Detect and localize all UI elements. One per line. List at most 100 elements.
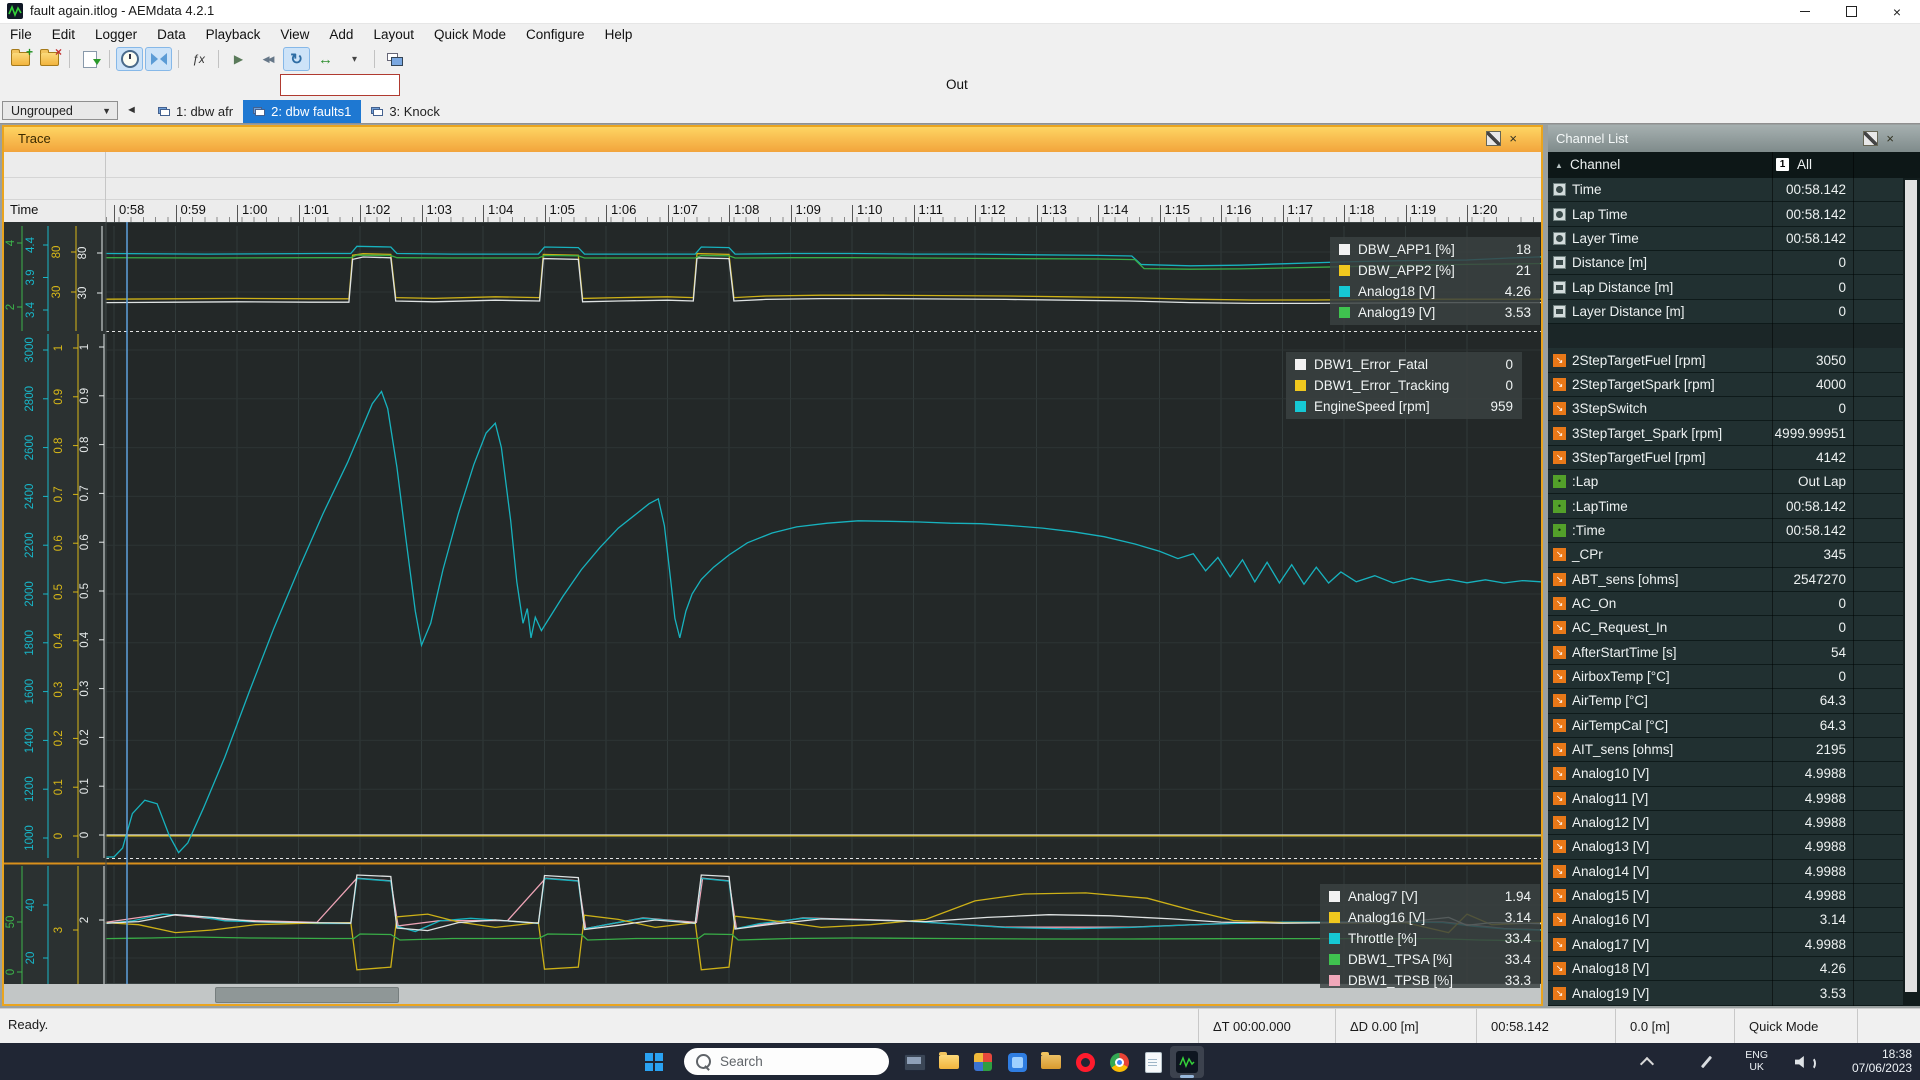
- tab-1-dbw-afr[interactable]: 1: dbw afr: [148, 100, 243, 123]
- loop-playback-button[interactable]: ↻: [283, 47, 310, 71]
- channel-row[interactable]: ↘Analog12 [V]4.9988: [1548, 811, 1903, 835]
- channel-row[interactable]: ↘Analog17 [V]4.9988: [1548, 933, 1903, 957]
- tab-scroll-left-icon[interactable]: ◄: [126, 104, 137, 116]
- math-channel-button[interactable]: ƒx: [185, 47, 212, 71]
- export-data-button[interactable]: [76, 47, 103, 71]
- group-selector[interactable]: Ungrouped ▼: [2, 101, 118, 120]
- channel-row[interactable]: Lap Distance [m]0: [1548, 275, 1903, 299]
- menu-item-playback[interactable]: Playback: [196, 24, 271, 45]
- menu-item-quick-mode[interactable]: Quick Mode: [424, 24, 516, 45]
- menu-item-help[interactable]: Help: [595, 24, 643, 45]
- channel-row[interactable]: ↘2StepTargetFuel [rpm]3050: [1548, 348, 1903, 372]
- channel-row[interactable]: •:LapOut Lap: [1548, 470, 1903, 494]
- channel-row[interactable]: ↘AIT_sens [ohms]2195: [1548, 738, 1903, 762]
- channel-list-scrollbar[interactable]: [1903, 178, 1920, 1006]
- title-bar[interactable]: fault again.itlog - AEMdata 4.2.1 ×: [0, 0, 1920, 24]
- play-button[interactable]: ▶: [225, 47, 252, 71]
- tab-3-knock[interactable]: 3: Knock: [361, 100, 450, 123]
- zoom-extents-button[interactable]: ↔: [312, 47, 339, 71]
- channel-row[interactable]: ↘AirboxTemp [°C]0: [1548, 665, 1903, 689]
- channel-row[interactable]: ↘Analog18 [V]4.26: [1548, 957, 1903, 981]
- channel-row[interactable]: ↘_CPr345: [1548, 543, 1903, 567]
- fit-markers-button[interactable]: [145, 47, 172, 71]
- channel-row[interactable]: ↘3StepSwitch0: [1548, 397, 1903, 421]
- maximize-button[interactable]: [1828, 0, 1874, 23]
- time-display-button[interactable]: [116, 47, 143, 71]
- channel-row[interactable]: Lap Time00:58.142: [1548, 202, 1903, 226]
- taskbar-bluestacks-icon[interactable]: [1000, 1046, 1034, 1078]
- channel-row[interactable]: ↘Analog11 [V]4.9988: [1548, 787, 1903, 811]
- scrollbar-thumb[interactable]: [1905, 180, 1917, 992]
- channel-row[interactable]: •:Time00:58.142: [1548, 519, 1903, 543]
- channel-row[interactable]: ↘AirTempCal [°C]64.3: [1548, 714, 1903, 738]
- menu-item-file[interactable]: File: [0, 24, 42, 45]
- channel-row[interactable]: ↘Analog13 [V]4.9988: [1548, 835, 1903, 859]
- minimize-button[interactable]: [1782, 0, 1828, 23]
- close-log-button[interactable]: [36, 47, 63, 71]
- panel-close-icon[interactable]: ×: [1509, 132, 1517, 145]
- panel-close-icon[interactable]: ×: [1886, 132, 1894, 145]
- window-title: fault again.itlog - AEMdata 4.2.1: [30, 3, 214, 18]
- taskbar-chrome-icon[interactable]: [1102, 1046, 1136, 1078]
- legend-main-chart[interactable]: DBW1_Error_Fatal0DBW1_Error_Tracking0Eng…: [1286, 352, 1522, 419]
- menu-item-data[interactable]: Data: [147, 24, 196, 45]
- language-indicator[interactable]: ENG UK: [1745, 1049, 1768, 1073]
- channel-row[interactable]: ↘3StepTargetFuel [rpm]4142: [1548, 446, 1903, 470]
- channel-row[interactable]: ↘Analog14 [V]4.9988: [1548, 860, 1903, 884]
- channel-column-header[interactable]: ▲ Channel 1 All: [1548, 152, 1920, 179]
- channel-row[interactable]: ↘Analog16 [V]3.14: [1548, 908, 1903, 932]
- taskbar-window-icon[interactable]: [898, 1046, 932, 1078]
- panel-options-icon[interactable]: [1863, 131, 1878, 146]
- scrollbar-thumb[interactable]: [215, 987, 399, 1003]
- channel-row[interactable]: Layer Time00:58.142: [1548, 227, 1903, 251]
- channel-row[interactable]: ↘Analog19 [V]3.53: [1548, 981, 1903, 1005]
- filter-value[interactable]: All: [1797, 157, 1812, 172]
- time-entry-input[interactable]: [280, 74, 400, 96]
- channel-row[interactable]: Time00:58.142: [1548, 178, 1903, 202]
- legend-channel-name: DBW_APP2 [%]: [1358, 263, 1516, 278]
- channel-list-header[interactable]: Channel List ×: [1548, 125, 1920, 152]
- channel-row[interactable]: Distance [m]0: [1548, 251, 1903, 275]
- clock[interactable]: 18:38 07/06/2023: [1852, 1048, 1912, 1075]
- channel-row[interactable]: ↘ABT_sens [ohms]2547270: [1548, 568, 1903, 592]
- channel-row[interactable]: Layer Distance [m]0: [1548, 300, 1903, 324]
- menu-item-layout[interactable]: Layout: [363, 24, 424, 45]
- trace-horizontal-scrollbar[interactable]: [2, 984, 1543, 1004]
- taskbar-notepad-icon[interactable]: [1136, 1046, 1170, 1078]
- legend-top-strip[interactable]: DBW_APP1 [%]18DBW_APP2 [%]21Analog18 [V]…: [1330, 237, 1540, 325]
- channel-row[interactable]: ↘Analog10 [V]4.9988: [1548, 762, 1903, 786]
- menu-item-view[interactable]: View: [270, 24, 319, 45]
- new-display-button[interactable]: [381, 47, 408, 71]
- start-button[interactable]: [642, 1050, 666, 1074]
- channel-row[interactable]: ↘3StepTarget_Spark [rpm]4999.99951: [1548, 421, 1903, 445]
- taskbar-opera-icon[interactable]: [1068, 1046, 1102, 1078]
- taskbar-folder-icon[interactable]: [932, 1046, 966, 1078]
- taskbar-folder2-icon[interactable]: [1034, 1046, 1068, 1078]
- open-log-button[interactable]: [7, 47, 34, 71]
- channel-row[interactable]: ↘2StepTargetSpark [rpm]4000: [1548, 373, 1903, 397]
- legend-bottom-strip[interactable]: Analog7 [V]1.94Analog16 [V]3.14Throttle …: [1320, 884, 1540, 988]
- zoom-dropdown-button[interactable]: ▾: [341, 47, 368, 71]
- channel-row[interactable]: ↘AC_On0: [1548, 592, 1903, 616]
- close-button[interactable]: ×: [1874, 0, 1920, 23]
- rewind-button[interactable]: ◀◀: [254, 47, 281, 71]
- channel-row[interactable]: •:LapTime00:58.142: [1548, 494, 1903, 518]
- menu-item-logger[interactable]: Logger: [85, 24, 147, 45]
- status-cell-t-00-00-000: ΔT 00:00.000: [1198, 1009, 1335, 1043]
- taskbar-aemdata-icon[interactable]: [1170, 1046, 1204, 1078]
- channel-row[interactable]: ↘AC_Request_In0: [1548, 616, 1903, 640]
- menu-item-configure[interactable]: Configure: [516, 24, 595, 45]
- menu-item-add[interactable]: Add: [319, 24, 363, 45]
- taskbar-search[interactable]: Search: [684, 1048, 889, 1075]
- channel-row[interactable]: ↘Analog15 [V]4.9988: [1548, 884, 1903, 908]
- panel-options-icon[interactable]: [1486, 131, 1501, 146]
- tab-2-dbw-faults1[interactable]: 2: dbw faults1: [243, 100, 361, 123]
- trace-chart[interactable]: 424.43.93.480308030300028002600240022002…: [2, 222, 1543, 984]
- pen-icon[interactable]: [1701, 1056, 1712, 1069]
- menu-item-edit[interactable]: Edit: [42, 24, 85, 45]
- channel-row[interactable]: ↘AirTemp [°C]64.3: [1548, 689, 1903, 713]
- taskbar-grid-icon[interactable]: [966, 1046, 1000, 1078]
- trace-panel-header[interactable]: Trace ×: [2, 125, 1543, 152]
- tray-overflow-icon[interactable]: [1640, 1057, 1654, 1071]
- channel-row[interactable]: ↘AfterStartTime [s]54: [1548, 641, 1903, 665]
